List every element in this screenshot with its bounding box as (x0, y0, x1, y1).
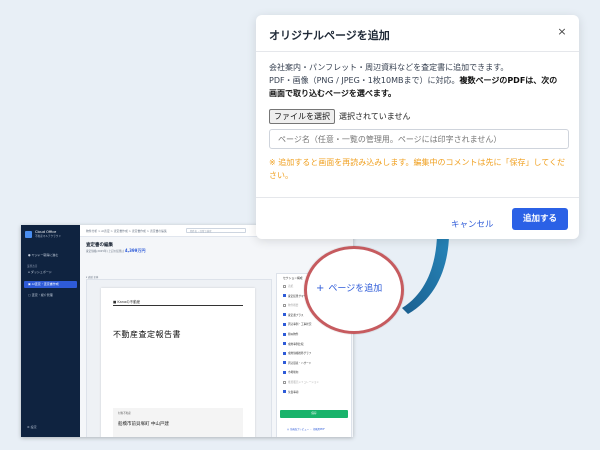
close-icon[interactable]: × (556, 26, 568, 38)
add-page-modal: オリジナルページを追加 × 会社案内・パンフレット・周辺資料などを査定書に追加で… (256, 15, 579, 239)
desc-line-1: 会社案内・パンフレット・周辺資料などを査定書に追加できます。 (269, 63, 509, 72)
choose-file-button[interactable]: ファイルを選択 (269, 109, 335, 124)
modal-footer-divider (256, 197, 579, 198)
file-status: 選択されていません (339, 112, 411, 121)
cancel-button[interactable]: キャンセル (451, 218, 494, 230)
modal-title: オリジナルページを追加 (269, 29, 390, 42)
reload-warning: ※ 追加すると画面を再読み込みします。編集中のコメントは先に「保存」してください… (269, 158, 565, 180)
modal-description: 会社案内・パンフレット・周辺資料などを査定書に追加できます。 PDF・画像（PN… (269, 61, 569, 100)
page-name-input[interactable] (269, 129, 569, 149)
file-picker: ファイルを選択 選択されていません (269, 109, 411, 124)
modal-header-divider (256, 51, 579, 52)
desc-line-2-bold: 複数ページのPDFは、次の (459, 76, 558, 85)
desc-line-2: PDF・画像（PNG / JPEG・1枚10MBまで）に対応。 (269, 76, 460, 85)
add-button[interactable]: 追加する (512, 208, 568, 230)
desc-line-3-bold: 画面で取り込むページを選べます。 (269, 89, 397, 98)
